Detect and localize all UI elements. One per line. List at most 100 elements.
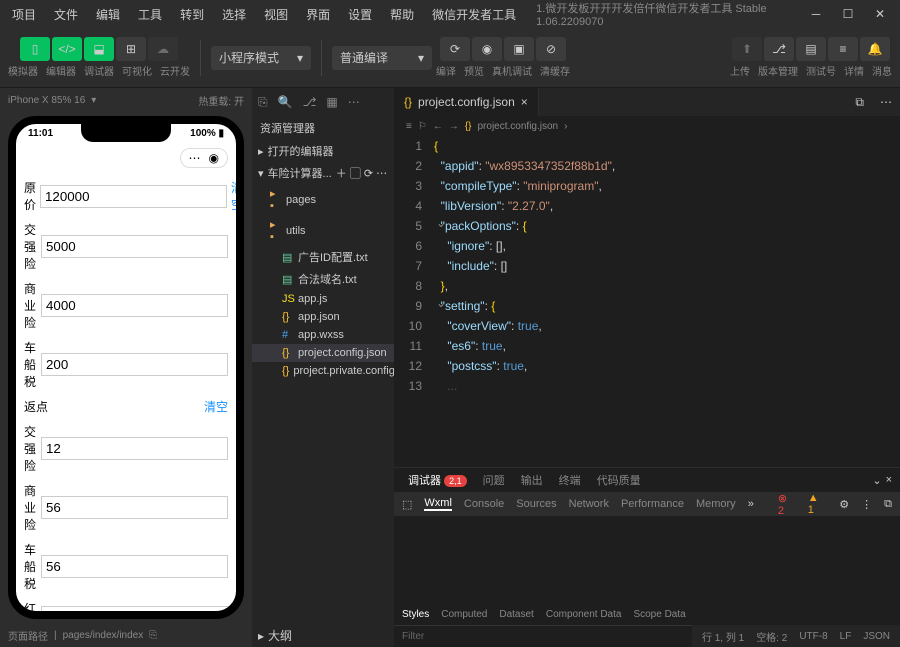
gear-icon[interactable]: ⚙ [839, 498, 849, 511]
codequality-tab[interactable]: 代码质量 [591, 470, 647, 490]
editor-tab-active[interactable]: {} project.config.json × [394, 88, 539, 116]
branch-icon[interactable]: ⎇ [303, 95, 317, 109]
preview-button[interactable]: ◉ [472, 37, 502, 61]
maximize-button[interactable]: ☐ [840, 6, 856, 22]
eol[interactable]: LF [840, 631, 852, 642]
input-rebate-ccs[interactable] [41, 555, 228, 578]
file-app-wxss[interactable]: # app.wxss [252, 326, 394, 344]
output-tab[interactable]: 输出 [515, 470, 549, 490]
wxml-tab[interactable]: Wxml [424, 497, 452, 511]
cursor-position[interactable]: 行 1, 列 1 [702, 629, 744, 644]
file-project-config[interactable]: {} project.config.json [252, 344, 394, 362]
input-jqx[interactable] [41, 235, 228, 258]
close-tab-icon[interactable]: × [521, 95, 528, 109]
memory-tab[interactable]: Memory [696, 498, 736, 510]
clear-link-2[interactable]: 清空 [204, 398, 228, 415]
menu-project[interactable]: 项目 [4, 2, 44, 27]
details-button[interactable]: ≡ [828, 37, 858, 61]
menu-settings[interactable]: 设置 [340, 2, 380, 27]
simulator-toggle[interactable]: ▯ [20, 37, 50, 61]
mode-dropdown[interactable]: 小程序模式▾ [211, 46, 311, 70]
input-rebate-jqx[interactable] [41, 437, 228, 460]
split-editor-icon[interactable]: ⧉ [847, 95, 872, 110]
menu-select[interactable]: 选择 [214, 2, 254, 27]
debugger-toggle[interactable]: ⬓ [84, 37, 114, 61]
path-value[interactable]: pages/index/index [63, 630, 144, 641]
code-editor[interactable]: 12345678910111213 ⌄ ⌄ { "appid": "wx8953… [394, 136, 900, 467]
bookmark-icon[interactable]: ⋯ [348, 95, 360, 109]
explorer-tab-icon[interactable]: ⎘ [258, 95, 268, 110]
file-app-json[interactable]: {} app.json [252, 308, 394, 326]
menu-ui[interactable]: 界面 [298, 2, 338, 27]
performance-tab[interactable]: Performance [621, 498, 684, 510]
visualize-toggle[interactable]: ⊞ [116, 37, 146, 61]
search-icon[interactable]: 🔍 [278, 95, 293, 109]
open-editors-section[interactable]: ▸ 打开的编辑器 [252, 140, 394, 162]
menu-goto[interactable]: 转到 [172, 2, 212, 27]
input-syx[interactable] [41, 294, 228, 317]
compile-dropdown[interactable]: 普通编译▾ [332, 46, 432, 70]
scopedata-tab[interactable]: Scope Data [633, 609, 685, 620]
encoding[interactable]: UTF-8 [799, 631, 827, 642]
folder-utils[interactable]: ▸ ▪ utils [252, 215, 394, 246]
terminal-tab[interactable]: 终端 [553, 470, 587, 490]
sources-tab[interactable]: Sources [516, 498, 556, 510]
device-selector[interactable]: iPhone X 85% 16 [8, 95, 85, 106]
network-tab[interactable]: Network [569, 498, 609, 510]
close-panel-icon[interactable]: × [886, 474, 892, 486]
menu-tools[interactable]: 工具 [130, 2, 170, 27]
close-button[interactable]: ✕ [872, 6, 888, 22]
input-ccs[interactable] [41, 353, 228, 376]
copy-icon[interactable]: ⎘ [149, 630, 157, 641]
error-count[interactable]: ⊗ 2 [778, 492, 796, 517]
warn-count[interactable]: ▲ 1 [808, 492, 828, 516]
clearcache-button[interactable]: ⊘ [536, 37, 566, 61]
ext-icon[interactable]: ▦ [326, 95, 337, 109]
fold-icon[interactable]: ⌄ [436, 296, 446, 310]
file-domain[interactable]: ▤ 合法域名.txt [252, 268, 394, 290]
indent-setting[interactable]: 空格: 2 [756, 629, 787, 644]
editor-toggle[interactable]: </> [52, 37, 82, 61]
menu-view[interactable]: 视图 [256, 2, 296, 27]
folder-pages[interactable]: ▸ ▪ pages [252, 184, 394, 215]
more-actions-icon[interactable]: ⋯ [872, 95, 900, 109]
menu-devtools[interactable]: 微信开发者工具 [424, 2, 524, 27]
console-tab[interactable]: Console [464, 498, 504, 510]
debugger-tab[interactable]: 调试器 2,1 [402, 470, 473, 490]
componentdata-tab[interactable]: Component Data [546, 609, 622, 620]
compile-button[interactable]: ⟳ [440, 37, 470, 61]
menu-file[interactable]: 文件 [46, 2, 86, 27]
styles-tab[interactable]: Styles [402, 609, 429, 620]
menu-help[interactable]: 帮助 [382, 2, 422, 27]
dataset-tab[interactable]: Dataset [499, 609, 533, 620]
upload-button[interactable]: ⬆ [732, 37, 762, 61]
clear-link-1[interactable]: 清空 [231, 179, 243, 213]
file-app-js[interactable]: JS app.js [252, 290, 394, 308]
menu-edit[interactable]: 编辑 [88, 2, 128, 27]
language-mode[interactable]: JSON [863, 631, 890, 642]
computed-tab[interactable]: Computed [441, 609, 487, 620]
outline-section[interactable]: ▸ 大纲 [252, 624, 394, 647]
input-rebate-syx[interactable] [41, 496, 228, 519]
simulator-view[interactable]: 11:01 100% ▮ ⋯ ◉ 原价 清空 交强险 商业险 车船税 返点 清空 [8, 116, 244, 619]
breadcrumb[interactable]: ≡⚐←→ {}project.config.json› [394, 116, 900, 136]
input-price[interactable] [40, 185, 227, 208]
problems-tab[interactable]: 问题 [477, 470, 511, 490]
more-tabs-icon[interactable]: » [748, 498, 754, 510]
dots-icon[interactable]: ⋮ [861, 498, 872, 511]
inspect-icon[interactable]: ⬚ [402, 498, 412, 511]
file-ad-config[interactable]: ▤ 广告ID配置.txt [252, 246, 394, 268]
fold-icon[interactable]: ⌄ [436, 216, 446, 230]
capsule-button[interactable]: ⋯ ◉ [180, 148, 228, 168]
version-button[interactable]: ⎇ [764, 37, 794, 61]
message-button[interactable]: 🔔 [860, 37, 890, 61]
test-button[interactable]: ▤ [796, 37, 826, 61]
dock-icon[interactable]: ⧉ [884, 498, 892, 511]
cloud-toggle[interactable]: ☁ [148, 37, 178, 61]
input-hb[interactable] [41, 606, 228, 620]
project-root[interactable]: ▾ 车险计算器... ＋ ▢ ⟳ ⋯ [252, 162, 394, 184]
file-project-private[interactable]: {} project.private.config.js... [252, 362, 394, 380]
collapse-icon[interactable]: ⌄ [872, 474, 881, 487]
realdevice-button[interactable]: ▣ [504, 37, 534, 61]
minimize-button[interactable]: ─ [808, 6, 824, 22]
